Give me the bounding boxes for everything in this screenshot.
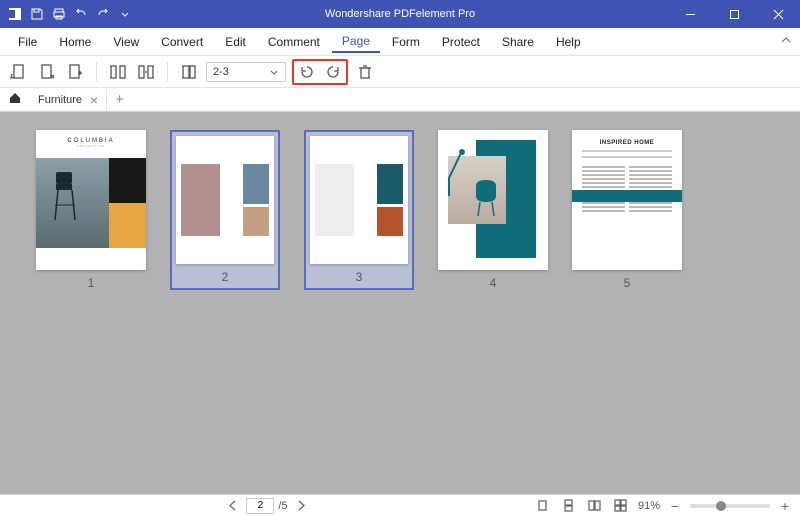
split-icon[interactable] [107,61,129,83]
total-pages: /5 [278,500,287,512]
menu-convert[interactable]: Convert [151,32,213,52]
zoom-out-icon[interactable]: − [668,498,682,514]
menu-edit[interactable]: Edit [215,32,256,52]
menubar: File Home View Convert Edit Comment Page… [0,28,800,56]
page-thumb-5[interactable]: INSPIRED HOME 5 [572,130,682,290]
page-thumbnails-canvas[interactable]: COLUMBIA COLLECTIVE 1 2 3 4 INSPIRED HOM… [0,112,800,494]
insert-page-icon[interactable] [8,61,30,83]
menu-help[interactable]: Help [546,32,591,52]
page-range-value: 2-3 [213,66,229,78]
chevron-down-icon [269,67,279,77]
logo-icon [8,7,22,21]
maximize-button[interactable] [712,0,756,28]
collapse-ribbon-icon[interactable] [780,34,792,49]
menu-home[interactable]: Home [49,32,101,52]
menu-form[interactable]: Form [382,32,430,52]
thumb1-sub: COLLECTIVE [36,144,146,148]
rotate-highlight [292,59,348,85]
quick-access-toolbar [0,7,132,21]
current-page-input[interactable] [246,498,274,514]
page-number: 2 [222,270,229,284]
page-thumb-1[interactable]: COLUMBIA COLLECTIVE 1 [36,130,146,290]
page-number: 5 [624,276,631,290]
minimize-button[interactable] [668,0,712,28]
menu-share[interactable]: Share [492,32,544,52]
window-controls [668,0,800,28]
view-continuous-icon[interactable] [560,497,578,515]
page-number: 1 [88,276,95,290]
statusbar: /5 91% − + [0,494,800,516]
page-labels-icon[interactable] [178,61,200,83]
rotate-right-icon[interactable] [322,61,344,83]
redo-icon[interactable] [96,7,110,21]
menu-protect[interactable]: Protect [432,32,490,52]
rotate-left-icon[interactable] [296,61,318,83]
page-thumb-4[interactable]: 4 [438,130,548,290]
page-number: 3 [356,270,363,284]
menu-view[interactable]: View [103,32,149,52]
page-toolbar: 2-3 [0,56,800,88]
delete-page-icon[interactable] [354,61,376,83]
separator [167,62,168,82]
menu-file[interactable]: File [8,32,47,52]
view-thumbnails-icon[interactable] [612,497,630,515]
print-icon[interactable] [52,7,66,21]
menu-page[interactable]: Page [332,31,380,53]
page-number: 4 [490,276,497,290]
next-page-icon[interactable] [292,497,310,515]
close-tab-icon[interactable]: × [90,92,98,108]
page-boxes-icon[interactable] [135,61,157,83]
document-tab[interactable]: Furniture × [30,89,107,111]
page-thumb-2-selected[interactable]: 2 [170,130,280,290]
page-range-select[interactable]: 2-3 [206,62,286,82]
replace-page-icon[interactable] [64,61,86,83]
view-two-page-icon[interactable] [586,497,604,515]
tab-label: Furniture [38,94,82,106]
prev-page-icon[interactable] [224,497,242,515]
document-tabs: Furniture × + [0,88,800,112]
extract-page-icon[interactable] [36,61,58,83]
page-thumb-3-selected[interactable]: 3 [304,130,414,290]
zoom-value: 91% [638,500,660,512]
zoom-slider[interactable] [690,504,770,508]
menu-comment[interactable]: Comment [258,32,330,52]
titlebar: Wondershare PDFelement Pro [0,0,800,28]
undo-icon[interactable] [74,7,88,21]
qat-dropdown-icon[interactable] [118,7,132,21]
home-icon[interactable] [8,91,22,108]
separator [96,62,97,82]
save-icon[interactable] [30,7,44,21]
thumb1-title: COLUMBIA [36,130,146,144]
view-single-icon[interactable] [534,497,552,515]
zoom-in-icon[interactable]: + [778,498,792,514]
close-button[interactable] [756,0,800,28]
thumb5-title: INSPIRED HOME [582,140,672,146]
page-navigator: /5 [224,497,309,515]
add-tab-icon[interactable]: + [115,91,124,108]
